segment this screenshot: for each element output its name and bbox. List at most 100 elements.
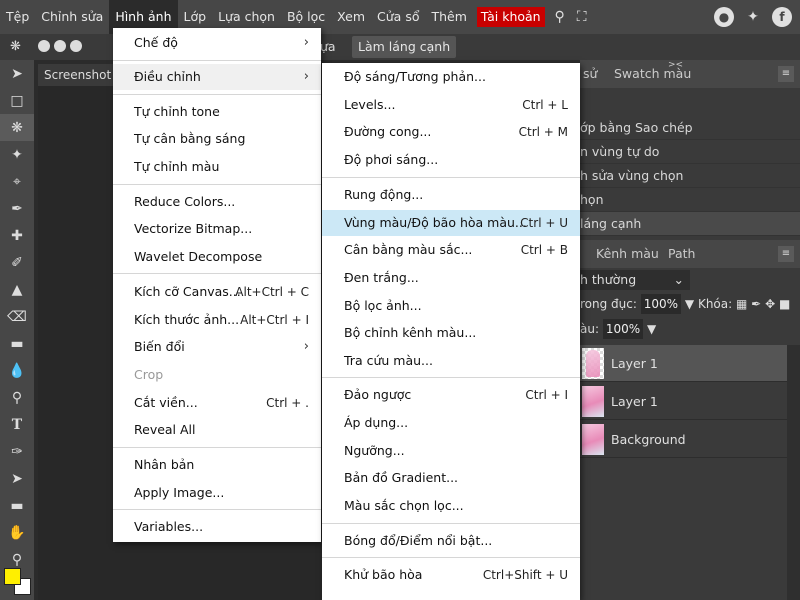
menu-item-transform[interactable]: Biến đổi › xyxy=(113,334,321,360)
menu-item-variables[interactable]: Variables... xyxy=(113,514,321,540)
shape-tool-icon[interactable]: ▬ xyxy=(0,492,34,519)
brush-tool-icon[interactable]: ✐ xyxy=(0,249,34,276)
crop-tool-icon[interactable]: ⌖ xyxy=(0,168,34,195)
menu-item-selective-color[interactable]: Màu sắc chọn lọc... xyxy=(322,493,580,519)
history-item[interactable]: h sửa vùng chọn xyxy=(580,164,800,188)
lock-move-icon[interactable]: ✥ xyxy=(765,297,775,311)
menu-item-crop: Crop xyxy=(134,367,164,382)
menu-item-gradient-map[interactable]: Bản đồ Gradient... xyxy=(322,465,580,491)
image-menu: Chế độ › Điều chỉnh › Tự chỉnh tone Tự cân… xyxy=(113,28,321,542)
menu-item-threshold[interactable]: Ngưỡng... xyxy=(322,438,580,464)
menu-item-adjustments[interactable]: Điều chỉnh › xyxy=(113,64,321,90)
eyedropper-tool-icon[interactable]: ✒ xyxy=(0,195,34,222)
menu-item-color-balance[interactable]: Cân bằng màu sắc... Ctrl + B xyxy=(322,237,580,263)
menu-item-reveal-all[interactable]: Reveal All xyxy=(113,417,321,443)
magic-wand-tool-icon[interactable]: ✦ xyxy=(0,141,34,168)
menu-item-vectorize[interactable]: Vectorize Bitmap... xyxy=(113,216,321,242)
tab-channels[interactable]: Kênh màu xyxy=(596,240,659,268)
history-item[interactable]: láng cạnh xyxy=(580,212,800,236)
menu-edit[interactable]: Chỉnh sửa xyxy=(35,0,109,34)
reddit-icon[interactable]: ● xyxy=(714,7,734,27)
menu-item-levels[interactable]: Levels... Ctrl + L xyxy=(322,92,580,118)
menu-item-mode[interactable]: Chế độ › xyxy=(113,30,321,56)
menu-item-invert[interactable]: Đảo ngược Ctrl + I xyxy=(322,382,580,408)
search-icon[interactable]: ⚲ xyxy=(549,0,571,34)
menu-item-black-white[interactable]: Đen trắng... xyxy=(322,265,580,291)
menu-item-hue-saturation[interactable]: Vùng màu/Độ bão hòa màu... Ctrl + U xyxy=(322,210,580,236)
tab-paths[interactable]: Path xyxy=(668,240,695,268)
menu-item-apply-image[interactable]: Apply Image... xyxy=(113,480,321,506)
menu-item-reduce-colors[interactable]: Reduce Colors... xyxy=(113,189,321,215)
menu-item-shadows-highlights[interactable]: Bóng đổ/Điểm nổi bật... xyxy=(322,528,580,554)
color-swatches[interactable] xyxy=(4,568,34,600)
dropdown-arrow-icon[interactable]: ▼ xyxy=(685,297,694,311)
account-button[interactable]: Tài khoản xyxy=(476,7,545,27)
menu-item-desaturate[interactable]: Khử bão hòa Ctrl+Shift + U xyxy=(322,562,580,588)
layers-scrollbar[interactable] xyxy=(787,345,800,600)
eraser-tool-icon[interactable]: ⌫ xyxy=(0,303,34,330)
twitter-icon[interactable]: ✦ xyxy=(744,0,762,34)
path-select-tool-icon[interactable]: ➤ xyxy=(0,465,34,492)
menu-item-vibrance[interactable]: Rung động... xyxy=(322,182,580,208)
divider xyxy=(322,557,580,558)
dodge-tool-icon[interactable]: ⚲ xyxy=(0,384,34,411)
selection-mode-group[interactable] xyxy=(38,40,82,52)
fill-input[interactable]: 100% xyxy=(602,319,644,339)
mode-subtract-icon[interactable] xyxy=(70,40,82,52)
fullscreen-icon[interactable]: ⛶ xyxy=(571,0,593,34)
marquee-tool-icon[interactable]: □ xyxy=(0,87,34,114)
menu-item-photo-filter[interactable]: Bộ lọc ảnh... xyxy=(322,293,580,319)
hand-tool-icon[interactable]: ✋ xyxy=(0,519,34,546)
history-item[interactable]: ớp bằng Sao chép xyxy=(580,116,800,140)
panel-menu-icon[interactable]: ≡ xyxy=(778,246,794,262)
foreground-color[interactable] xyxy=(4,568,21,585)
move-tool-icon[interactable]: ➤ xyxy=(0,60,34,87)
menu-item-auto-contrast[interactable]: Tự cân bằng sáng xyxy=(113,126,321,152)
mode-new-icon[interactable] xyxy=(38,40,50,52)
layer-row[interactable]: Background xyxy=(580,421,787,458)
gradient-tool-icon[interactable]: ▬ xyxy=(0,330,34,357)
menu-item-image-size[interactable]: Kích thước ảnh... Alt+Ctrl + I xyxy=(113,307,321,333)
menu-item-trim[interactable]: Cắt viền... Ctrl + . xyxy=(113,390,321,416)
facebook-icon[interactable]: f xyxy=(772,7,792,27)
mode-add-icon[interactable] xyxy=(54,40,66,52)
healing-tool-icon[interactable]: ✚ xyxy=(0,222,34,249)
lock-paint-icon[interactable]: ✒ xyxy=(751,297,761,311)
document-tab[interactable]: Screenshot xyxy=(38,64,118,86)
text-tool-icon[interactable]: T xyxy=(0,411,34,438)
history-item[interactable]: n vùng tự do xyxy=(580,140,800,164)
menu-item-brightness-contrast[interactable]: Độ sáng/Tương phản... xyxy=(322,64,580,90)
menu-item-exposure[interactable]: Độ phơi sáng... xyxy=(322,147,580,173)
history-item[interactable]: họn xyxy=(580,188,800,212)
menu-item-posterize[interactable]: Áp dụng... xyxy=(322,410,580,436)
menu-item-auto-color[interactable]: Tự chỉnh màu xyxy=(113,154,321,180)
dropdown-arrow-icon[interactable]: ▼ xyxy=(647,322,656,336)
menu-window[interactable]: Cửa sổ xyxy=(371,0,425,34)
smooth-edges-button[interactable]: Làm láng cạnh xyxy=(352,36,457,58)
adjustments-submenu: Độ sáng/Tương phản... Levels... Ctrl + L … xyxy=(322,63,580,600)
menu-item-canvas-size[interactable]: Kích cỡ Canvas... Alt+Ctrl + C xyxy=(113,279,321,305)
menu-file[interactable]: Tệp xyxy=(0,0,35,34)
menu-more[interactable]: Thêm xyxy=(425,0,472,34)
pen-tool-icon[interactable]: ✑ xyxy=(0,438,34,465)
menu-item-curves[interactable]: Đường cong... Ctrl + M xyxy=(322,119,580,145)
lock-all-icon[interactable]: ■ xyxy=(779,297,790,311)
layer-row[interactable]: Layer 1 xyxy=(580,383,787,420)
collapse-icon[interactable]: >< xyxy=(668,51,683,79)
opacity-input[interactable]: 100% xyxy=(640,294,682,314)
menu-item-channel-mixer[interactable]: Bộ chỉnh kênh màu... xyxy=(322,320,580,346)
stamp-tool-icon[interactable]: ▲ xyxy=(0,276,34,303)
layer-row[interactable]: Layer 1 xyxy=(580,345,787,382)
lock-transparency-icon[interactable]: ▦ xyxy=(736,297,747,311)
blend-mode-select[interactable]: h thường ⌄ xyxy=(580,270,690,290)
menu-item-auto-tone[interactable]: Tự chỉnh tone xyxy=(113,99,321,125)
fill-label: àu: xyxy=(580,322,600,336)
menu-item-duplicate[interactable]: Nhân bản xyxy=(113,452,321,478)
panel-menu-icon[interactable]: ≡ xyxy=(778,66,794,82)
tab-history[interactable]: sử xyxy=(583,60,597,88)
lasso-tool-icon[interactable]: ❋ xyxy=(0,114,34,141)
menu-item-color-lookup[interactable]: Tra cứu màu... xyxy=(322,348,580,374)
menu-view[interactable]: Xem xyxy=(331,0,371,34)
blur-tool-icon[interactable]: 💧 xyxy=(0,357,34,384)
menu-item-wavelet[interactable]: Wavelet Decompose xyxy=(113,244,321,270)
